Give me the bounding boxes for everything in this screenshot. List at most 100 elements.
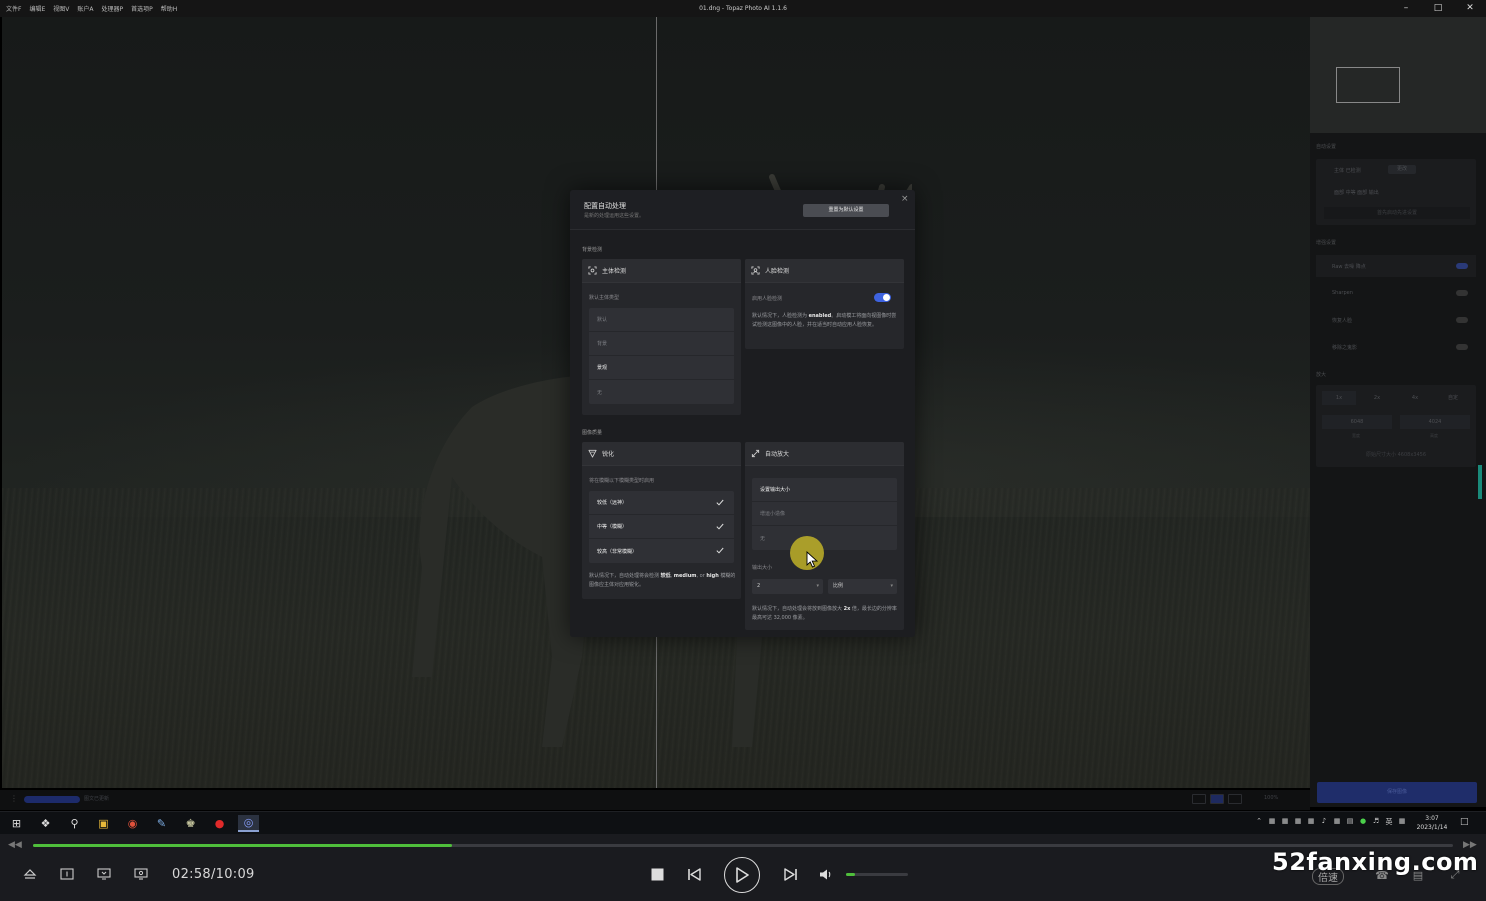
- upscale-option-small-images[interactable]: 增运小造像: [752, 502, 897, 526]
- save-image-button[interactable]: 保存图像: [1317, 782, 1477, 803]
- frame-icon[interactable]: [59, 866, 75, 882]
- navigator-viewport[interactable]: [1336, 67, 1400, 103]
- maximize-icon[interactable]: □: [1422, 0, 1454, 17]
- menu-processor[interactable]: 处理器P: [101, 4, 123, 13]
- sharpen-desc-medium: medium: [673, 573, 697, 579]
- tray-app-icon[interactable]: ▦: [1332, 817, 1342, 827]
- topaz-photo-ai-icon[interactable]: ◎: [238, 815, 259, 832]
- rp-face-row[interactable]: 面部 中等 面部 输出: [1334, 189, 1379, 196]
- autopilot-dialog: 配置自动处理 是新的处理运用这些设置。 重置为默认设置 × 背景检测 主体检测 …: [570, 190, 915, 637]
- fullscreen-icon[interactable]: ⤢: [1447, 868, 1463, 882]
- reset-defaults-button[interactable]: 重置为默认设置: [803, 204, 889, 217]
- menu-preferences[interactable]: 首选项P: [131, 4, 153, 13]
- screen-recorder-icon[interactable]: ●: [209, 815, 230, 832]
- menu-account[interactable]: 账户A: [77, 4, 93, 13]
- scale-mode-select[interactable]: 比例: [828, 579, 897, 594]
- rp-raw-row[interactable]: Raw 去噪 降点: [1316, 255, 1476, 277]
- menu-view[interactable]: 视图V: [53, 4, 69, 13]
- dialog-close-icon[interactable]: ×: [901, 194, 909, 204]
- phone-icon[interactable]: ☎: [1374, 868, 1390, 882]
- notification-icon[interactable]: □: [1460, 817, 1469, 827]
- rp-height-field[interactable]: 4024: [1400, 415, 1470, 429]
- tray-volume-icon[interactable]: ♬: [1371, 817, 1381, 827]
- stop-button[interactable]: [650, 867, 664, 881]
- face-desc-enabled: enabled: [808, 313, 832, 319]
- seek-bar[interactable]: [33, 844, 1453, 847]
- cast-icon[interactable]: [133, 866, 149, 882]
- rp-scale-custom[interactable]: 自定: [1436, 391, 1470, 405]
- game-app-icon[interactable]: ♚: [180, 815, 201, 832]
- navigator-thumbnail[interactable]: [1310, 17, 1486, 133]
- notes-app-icon[interactable]: ✎: [151, 815, 172, 832]
- rp-hint[interactable]: 首先启动先进设置: [1324, 207, 1470, 219]
- rp-scale-2x[interactable]: 2x: [1360, 391, 1394, 405]
- subject-option-background[interactable]: 背景: [589, 332, 734, 356]
- volume-button[interactable]: [818, 867, 834, 881]
- rp-width-field[interactable]: 6048: [1322, 415, 1392, 429]
- tray-app-icon[interactable]: ▦: [1280, 817, 1290, 827]
- tray-wechat-icon[interactable]: ●: [1358, 817, 1368, 827]
- view-side-by-side-icon[interactable]: [1228, 794, 1242, 804]
- sharpen-option-high-label: 较高（非常模糊）: [597, 548, 638, 555]
- subject-option-landscape[interactable]: 景观: [589, 356, 734, 380]
- tray-app-icon[interactable]: ▦: [1293, 817, 1303, 827]
- upscale-card-header: 自动放大: [745, 442, 904, 466]
- more-icon[interactable]: ⋮: [10, 794, 18, 803]
- rp-recover-row[interactable]: 恢复人脸: [1316, 309, 1476, 331]
- rp-recover-toggle[interactable]: [1456, 317, 1468, 323]
- tray-expand-icon[interactable]: ⌃: [1254, 817, 1264, 827]
- volume-slider[interactable]: [846, 873, 908, 876]
- start-menu-icon[interactable]: ⊞: [6, 815, 27, 832]
- rp-subject-row[interactable]: 主体 已检测: [1334, 167, 1361, 174]
- menu-file[interactable]: 文件F: [6, 4, 21, 13]
- sharpen-option-low[interactable]: 较低（远神）: [589, 491, 734, 515]
- menu-edit[interactable]: 编辑E: [29, 4, 45, 13]
- search-icon[interactable]: ⚲: [64, 815, 85, 832]
- tray-app-icon[interactable]: ▦: [1306, 817, 1316, 827]
- face-detection-toggle[interactable]: [874, 293, 891, 302]
- sharpen-option-high[interactable]: 较高（非常模糊）: [589, 539, 734, 563]
- subject-option-default[interactable]: 默认: [589, 308, 734, 332]
- side-scroll-indicator[interactable]: [1478, 465, 1482, 499]
- tray-ime-indicator[interactable]: 英: [1384, 817, 1394, 827]
- next-button[interactable]: [782, 867, 798, 881]
- previous-button[interactable]: [686, 867, 702, 881]
- upscale-option-set-size[interactable]: 设置输出大小: [752, 478, 897, 502]
- rp-sharpen-toggle[interactable]: [1456, 290, 1468, 296]
- screenshot-icon[interactable]: [96, 866, 112, 882]
- minimize-icon[interactable]: –: [1390, 0, 1422, 17]
- tray-network-icon[interactable]: ▤: [1345, 817, 1355, 827]
- face-detection-card: 人脸检测 启用人脸检测 默认情况下，人脸检测为 enabled。启动模工将面向视…: [745, 259, 904, 349]
- rewind-icon[interactable]: ◀◀: [8, 840, 22, 850]
- scale-factor-select[interactable]: 2: [752, 579, 823, 594]
- taskbar-clock[interactable]: 3:07 2023/1/14: [1410, 814, 1454, 832]
- subject-option-none[interactable]: 无: [589, 380, 734, 404]
- rp-enhance-label: 移除之鬼影: [1332, 344, 1358, 351]
- rp-scale-4x[interactable]: 4x: [1398, 391, 1432, 405]
- rp-enhance-toggle[interactable]: [1456, 344, 1468, 350]
- rp-height-label: 高度: [1430, 433, 1438, 438]
- file-explorer-icon[interactable]: ▣: [93, 815, 114, 832]
- sharpen-option-medium[interactable]: 中等（模糊）: [589, 515, 734, 539]
- rp-raw-toggle[interactable]: [1456, 263, 1468, 269]
- close-icon[interactable]: ✕: [1454, 0, 1486, 17]
- rp-sharpen-row[interactable]: Sharpen: [1316, 282, 1476, 304]
- tray-keyboard-icon[interactable]: ▦: [1397, 817, 1407, 827]
- tray-app-icon[interactable]: ▦: [1267, 817, 1277, 827]
- rp-subject-change-button[interactable]: 更改: [1388, 165, 1416, 174]
- menu-help[interactable]: 帮助H: [161, 4, 178, 13]
- rp-scale-1x[interactable]: 1x: [1322, 391, 1356, 405]
- zoom-level[interactable]: 100%: [1264, 795, 1278, 801]
- view-split-icon[interactable]: [1210, 794, 1224, 804]
- play-button[interactable]: [724, 857, 760, 893]
- eject-icon[interactable]: [22, 866, 38, 882]
- view-single-icon[interactable]: [1192, 794, 1206, 804]
- chrome-icon[interactable]: ◉: [122, 815, 143, 832]
- tray-mic-icon[interactable]: ♪: [1319, 817, 1329, 827]
- screen: 文件F 编辑E 视图V 账户A 处理器P 首选项P 帮助H 01.dng - T…: [0, 0, 1486, 901]
- playlist-icon[interactable]: ▤: [1410, 868, 1426, 882]
- upscale-option-none[interactable]: 无: [752, 526, 897, 550]
- task-view-icon[interactable]: ❖: [35, 815, 56, 832]
- checkmark-icon: [716, 499, 724, 506]
- rp-enhance-row[interactable]: 移除之鬼影: [1316, 336, 1476, 358]
